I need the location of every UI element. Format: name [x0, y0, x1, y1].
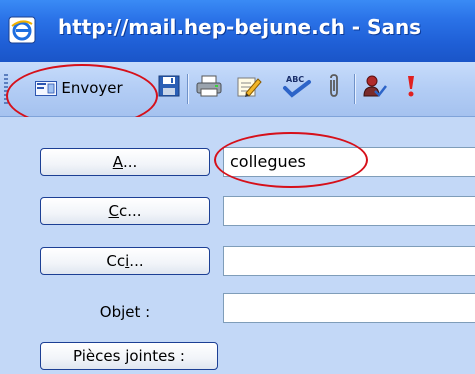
- spellcheck-icon: ABC: [281, 73, 313, 103]
- subject-field[interactable]: [223, 293, 475, 323]
- cc-button-label-post: c...: [118, 202, 142, 220]
- toolbar-separator: [354, 74, 355, 104]
- toolbar-grip[interactable]: [4, 74, 8, 104]
- print-icon: [196, 75, 222, 101]
- cc-button[interactable]: Cc...: [40, 197, 210, 225]
- edit-note-icon: [236, 74, 262, 102]
- send-envelope-icon: [35, 80, 58, 96]
- window-title: http://mail.hep-bejune.ch - Sans: [58, 15, 422, 39]
- to-button-label-post: ...: [122, 153, 138, 171]
- edit-button[interactable]: [234, 72, 264, 104]
- bcc-button-label-pre: Cc: [106, 252, 126, 270]
- subject-label: Objet :: [99, 303, 151, 321]
- send-button[interactable]: Envoyer: [14, 72, 144, 104]
- bcc-button[interactable]: Cc i...: [40, 247, 210, 275]
- ie-browser-icon: [8, 16, 36, 44]
- window-titlebar: http://mail.hep-bejune.ch - Sans: [0, 0, 475, 62]
- send-button-label: Envoyer: [61, 79, 123, 97]
- check-names-button[interactable]: [360, 72, 390, 104]
- attachments-button[interactable]: Pièces jointes :: [40, 342, 218, 370]
- spellcheck-button[interactable]: ABC: [280, 72, 314, 104]
- attachments-button-label: Pièces jointes :: [73, 347, 185, 365]
- to-button[interactable]: A...: [40, 148, 210, 176]
- importance-high-icon: [406, 74, 416, 102]
- cc-button-accel: C: [108, 202, 119, 220]
- attach-button[interactable]: [322, 72, 346, 104]
- bcc-button-label-post: ...: [129, 252, 144, 270]
- check-names-icon: [362, 74, 388, 102]
- cc-field[interactable]: [223, 196, 475, 226]
- attach-paperclip-icon: [327, 74, 341, 102]
- save-icon: [158, 75, 180, 101]
- compose-form: A... collegues Cc... Cc i... Objet : Pièc…: [0, 117, 475, 374]
- bcc-field[interactable]: [223, 246, 475, 276]
- save-button[interactable]: [156, 72, 182, 104]
- importance-high-button[interactable]: [400, 72, 422, 104]
- compose-toolbar: Envoyer ABC: [0, 62, 475, 117]
- to-field[interactable]: collegues: [223, 147, 475, 177]
- svg-text:ABC: ABC: [286, 75, 304, 84]
- to-button-accel: A: [112, 153, 123, 171]
- print-button[interactable]: [194, 72, 224, 104]
- toolbar-separator: [187, 74, 188, 104]
